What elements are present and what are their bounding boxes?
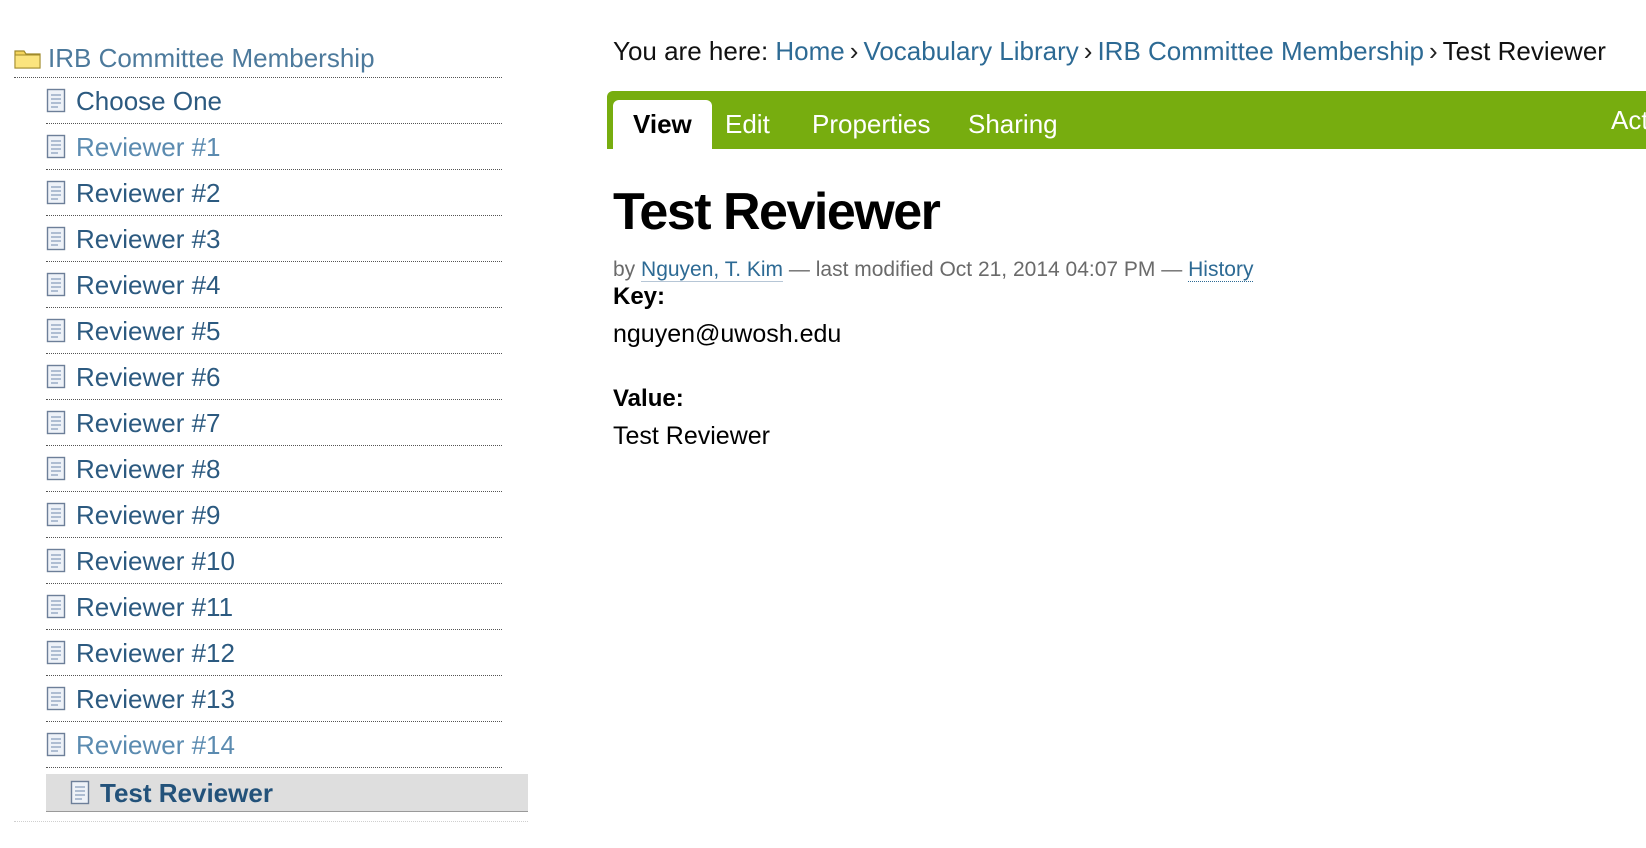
- tab-view[interactable]: View: [613, 100, 712, 149]
- nav-items: Choose One Reviewer #1 Reviewer #2 Reviewer…: [14, 78, 528, 768]
- page: IRB Committee Membership Choose One Revie…: [0, 0, 1646, 848]
- value-label: Value:: [613, 385, 684, 412]
- document-byline: by Nguyen, T. Kim — last modified Oct 21…: [613, 258, 1254, 282]
- breadcrumb-separator: ›: [849, 36, 859, 66]
- breadcrumb-current: Test Reviewer: [1442, 36, 1606, 66]
- breadcrumb-link-vocabulary-library[interactable]: Vocabulary Library: [863, 36, 1078, 66]
- nav-item[interactable]: Choose One: [46, 78, 502, 124]
- document-icon: [46, 272, 66, 297]
- nav-item[interactable]: Reviewer #2: [46, 170, 502, 216]
- document-icon: [46, 548, 66, 573]
- nav-item[interactable]: Reviewer #12: [46, 630, 502, 676]
- nav-item-label: Reviewer #11: [76, 591, 234, 622]
- tab-edit[interactable]: Edit: [705, 100, 790, 149]
- nav-item-label: Reviewer #8: [76, 453, 221, 484]
- document-icon: [46, 640, 66, 665]
- navigation-tree: IRB Committee Membership Choose One Revie…: [14, 38, 528, 822]
- key-value: nguyen@uwosh.edu: [613, 320, 842, 348]
- nav-item-label: Reviewer #5: [76, 315, 221, 346]
- nav-item[interactable]: Reviewer #10: [46, 538, 502, 584]
- document-icon: [46, 732, 66, 757]
- breadcrumb-prefix: You are here:: [613, 36, 769, 66]
- byline-by: by: [613, 258, 636, 281]
- document-icon: [70, 780, 90, 805]
- document-icon: [46, 88, 66, 113]
- breadcrumb-separator: ›: [1429, 36, 1438, 66]
- tab-sharing[interactable]: Sharing: [948, 100, 1078, 149]
- nav-item-current-label: Test Reviewer: [100, 777, 273, 808]
- nav-item-label: Reviewer #13: [76, 683, 235, 714]
- byline-modified: — last modified Oct 21, 2014 04:07 PM —: [788, 258, 1183, 281]
- author-link[interactable]: Nguyen, T. Kim: [641, 258, 784, 282]
- nav-item[interactable]: Reviewer #14: [46, 722, 502, 768]
- document-icon: [46, 226, 66, 251]
- nav-item-label: Reviewer #14: [76, 729, 235, 760]
- nav-item-label: Reviewer #6: [76, 361, 221, 392]
- nav-item[interactable]: Reviewer #9: [46, 492, 502, 538]
- folder-icon: [14, 49, 41, 69]
- nav-item[interactable]: Reviewer #8: [46, 446, 502, 492]
- nav-item[interactable]: Reviewer #13: [46, 676, 502, 722]
- document-icon: [46, 410, 66, 435]
- nav-item[interactable]: Reviewer #6: [46, 354, 502, 400]
- document-icon: [46, 180, 66, 205]
- nav-item[interactable]: Reviewer #5: [46, 308, 502, 354]
- tab-properties[interactable]: Properties: [792, 100, 951, 149]
- nav-item-label: Reviewer #10: [76, 545, 235, 576]
- document-icon: [46, 502, 66, 527]
- nav-root-folder[interactable]: IRB Committee Membership: [14, 38, 502, 78]
- content-tab-bar: View Edit Properties Sharing Act: [607, 91, 1646, 149]
- nav-item[interactable]: Reviewer #11: [46, 584, 502, 630]
- nav-item-label: Choose One: [76, 85, 222, 116]
- breadcrumb-separator: ›: [1083, 36, 1093, 66]
- nav-item-label: Reviewer #12: [76, 637, 235, 668]
- nav-item-label: Reviewer #4: [76, 269, 221, 300]
- nav-item-label: Reviewer #2: [76, 177, 221, 208]
- breadcrumb-link-home[interactable]: Home: [775, 36, 844, 66]
- nav-item[interactable]: Reviewer #1: [46, 124, 502, 170]
- breadcrumb: You are here: Home › Vocabulary Library › IR…: [613, 36, 1606, 67]
- document-icon: [46, 456, 66, 481]
- nav-item-label: Reviewer #1: [76, 131, 221, 162]
- nav-item-current[interactable]: Test Reviewer: [46, 774, 528, 812]
- nav-item-label: Reviewer #3: [76, 223, 221, 254]
- document-icon: [46, 134, 66, 159]
- history-link[interactable]: History: [1188, 258, 1254, 282]
- document-icon: [46, 364, 66, 389]
- nav-item-label: Reviewer #7: [76, 407, 221, 438]
- nav-item[interactable]: Reviewer #7: [46, 400, 502, 446]
- nav-item-label: Reviewer #9: [76, 499, 221, 530]
- nav-root-label: IRB Committee Membership: [48, 42, 375, 73]
- document-icon: [46, 686, 66, 711]
- document-icon: [46, 594, 66, 619]
- document-icon: [46, 318, 66, 343]
- value-value: Test Reviewer: [613, 422, 770, 450]
- breadcrumb-link-irb-committee[interactable]: IRB Committee Membership: [1097, 36, 1424, 66]
- actions-menu[interactable]: Act: [1611, 105, 1646, 136]
- sidebar-divider: [14, 812, 528, 822]
- nav-item[interactable]: Reviewer #4: [46, 262, 502, 308]
- main-content: You are here: Home › Vocabulary Library › IR…: [607, 0, 1646, 848]
- key-label: Key:: [613, 283, 666, 310]
- nav-item[interactable]: Reviewer #3: [46, 216, 502, 262]
- page-title: Test Reviewer: [613, 183, 941, 241]
